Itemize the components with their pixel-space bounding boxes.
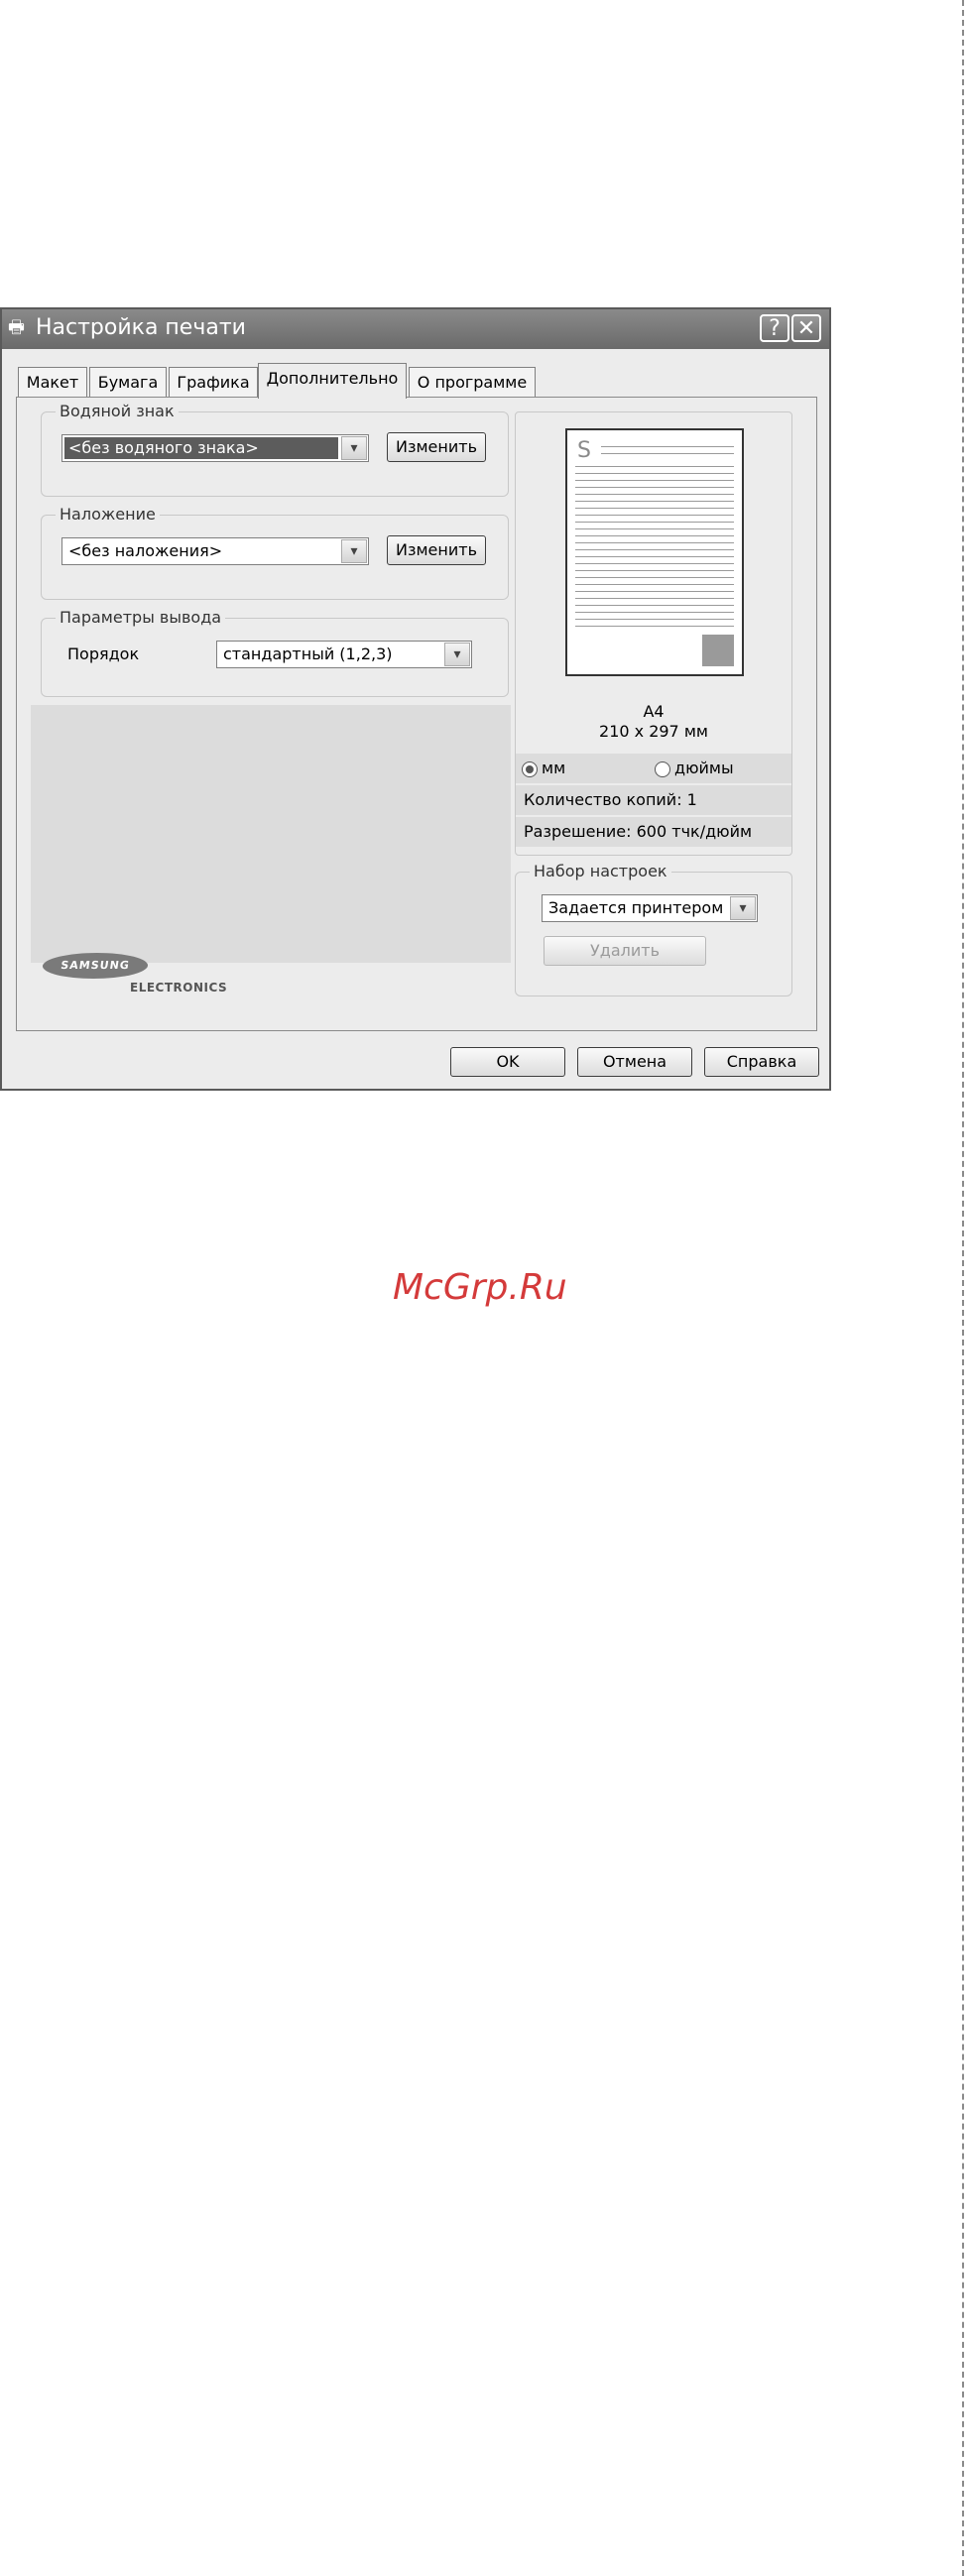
unit-inches-label: дюймы xyxy=(674,759,734,777)
overlay-select[interactable]: <без наложения> ▾ xyxy=(61,537,369,565)
output-options-group-label: Параметры вывода xyxy=(56,608,226,627)
edit-overlay-button[interactable]: Изменить xyxy=(387,535,486,565)
chevron-down-icon[interactable]: ▾ xyxy=(444,643,470,666)
tab-advanced[interactable]: Дополнительно xyxy=(258,363,407,399)
edit-watermark-button[interactable]: Изменить xyxy=(387,432,486,462)
radio-unselected-icon[interactable] xyxy=(655,761,670,777)
tab-paper[interactable]: Бумага xyxy=(89,367,167,397)
order-select[interactable]: стандартный (1,2,3) ▾ xyxy=(216,641,472,668)
units-row: мм дюймы xyxy=(516,754,791,783)
page-preview-lines xyxy=(575,460,734,629)
watermark-group: Водяной знак <без водяного знака> ▾ Изме… xyxy=(41,402,509,497)
output-options-group: Параметры вывода Порядок стандартный (1,… xyxy=(41,608,509,697)
resolution-row: Разрешение: 600 тчк/дюйм xyxy=(516,817,791,847)
presets-select-value: Задается принтером xyxy=(548,898,724,917)
cancel-button[interactable]: Отмена xyxy=(577,1047,692,1077)
window-title: Настройка печати xyxy=(36,315,246,340)
title-bar[interactable]: 🖶 Настройка печати ? ✕ xyxy=(2,309,829,349)
chevron-down-icon[interactable]: ▾ xyxy=(341,436,367,460)
order-select-value: стандартный (1,2,3) xyxy=(223,644,393,663)
presets-select[interactable]: Задается принтером ▾ xyxy=(542,894,758,922)
samsung-logo: SAMSUNG ELECTRONICS xyxy=(41,953,227,1002)
copies-row: Количество копий: 1 xyxy=(516,785,791,815)
tab-layout[interactable]: Макет xyxy=(18,367,87,397)
print-settings-dialog: 🖶 Настройка печати ? ✕ Макет Бумага Граф… xyxy=(0,307,831,1091)
close-title-button[interactable]: ✕ xyxy=(791,314,821,342)
presets-group-label: Набор настроек xyxy=(530,862,671,880)
site-watermark: McGrp.Ru xyxy=(393,1267,567,1308)
radio-selected-icon[interactable] xyxy=(522,761,538,777)
tab-about[interactable]: О программе xyxy=(409,367,536,397)
paper-size: 210 x 297 мм xyxy=(599,722,708,741)
help-button[interactable]: Справка xyxy=(704,1047,819,1077)
samsung-logo-brand: SAMSUNG xyxy=(41,953,150,979)
unit-inches-option[interactable]: дюймы xyxy=(655,754,734,783)
overlay-select-value: <без наложения> xyxy=(68,541,223,560)
samsung-logo-sub: ELECTRONICS xyxy=(130,981,228,995)
watermark-select[interactable]: <без водяного знака> ▾ xyxy=(61,434,369,462)
tab-graphics[interactable]: Графика xyxy=(169,367,258,397)
chevron-down-icon[interactable]: ▾ xyxy=(730,896,756,920)
overlay-group: Наложение <без наложения> ▾ Изменить xyxy=(41,505,509,600)
overlay-group-label: Наложение xyxy=(56,505,160,524)
help-title-button[interactable]: ? xyxy=(760,314,789,342)
presets-group: Набор настроек Задается принтером ▾ Удал… xyxy=(515,862,792,996)
page-preview-picture xyxy=(702,635,734,666)
printer-icon: 🖶 xyxy=(8,317,25,338)
paper-name: A4 xyxy=(643,702,665,721)
advanced-tab-panel: Водяной знак <без водяного знака> ▾ Изме… xyxy=(16,397,817,1031)
page-preview-lines-top xyxy=(601,440,734,458)
chevron-down-icon[interactable]: ▾ xyxy=(341,539,367,563)
unit-mm-label: мм xyxy=(542,759,566,777)
watermark-select-value: <без водяного знака> xyxy=(64,437,338,459)
ok-button[interactable]: OK xyxy=(450,1047,565,1077)
unit-mm-option[interactable]: мм xyxy=(522,754,565,783)
paper-preview-group: S A4 210 x 297 мм мм дюймы Количество ко… xyxy=(515,411,792,856)
page-edge-dashed-line xyxy=(962,0,964,2576)
watermark-group-label: Водяной знак xyxy=(56,402,179,420)
delete-preset-button[interactable]: Удалить xyxy=(544,936,706,966)
order-label: Порядок xyxy=(67,644,140,663)
page-preview-image: S xyxy=(565,428,744,676)
empty-options-area xyxy=(31,705,511,963)
